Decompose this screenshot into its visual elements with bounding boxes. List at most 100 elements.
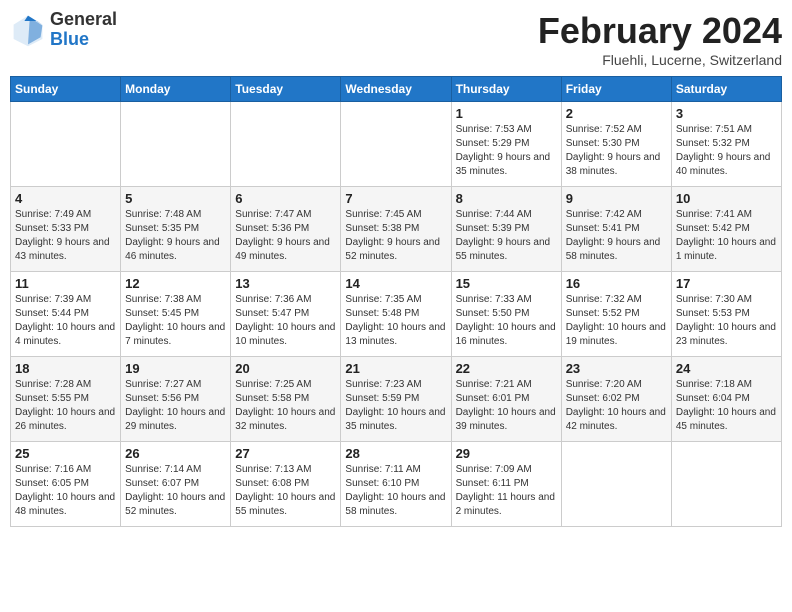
calendar-day-header: Tuesday [231, 77, 341, 102]
day-info: Sunrise: 7:13 AM Sunset: 6:08 PM Dayligh… [235, 463, 336, 519]
day-info: Sunrise: 7:28 AM Sunset: 5:55 PM Dayligh… [15, 378, 116, 434]
day-number: 16 [566, 276, 667, 291]
logo-icon [10, 12, 46, 48]
calendar-day-cell: 26 Sunrise: 7:14 AM Sunset: 6:07 PM Dayli… [121, 442, 231, 527]
calendar-day-cell [231, 102, 341, 187]
calendar-day-cell: 29 Sunrise: 7:09 AM Sunset: 6:11 PM Dayli… [451, 442, 561, 527]
day-info: Sunrise: 7:30 AM Sunset: 5:53 PM Dayligh… [676, 293, 777, 349]
location: Fluehli, Lucerne, Switzerland [538, 52, 782, 68]
day-info: Sunrise: 7:53 AM Sunset: 5:29 PM Dayligh… [456, 123, 557, 179]
day-info: Sunrise: 7:16 AM Sunset: 6:05 PM Dayligh… [15, 463, 116, 519]
calendar-day-cell: 8Sunrise: 7:44 AM Sunset: 5:39 PM Daylig… [451, 187, 561, 272]
month-title: February 2024 [538, 10, 782, 52]
day-info: Sunrise: 7:33 AM Sunset: 5:50 PM Dayligh… [456, 293, 557, 349]
calendar-week-row: 11 Sunrise: 7:39 AM Sunset: 5:44 PM Dayli… [11, 272, 782, 357]
logo-general: General [50, 10, 117, 30]
calendar-day-cell [341, 102, 451, 187]
logo-text: General Blue [50, 10, 117, 50]
day-info: Sunrise: 7:14 AM Sunset: 6:07 PM Dayligh… [125, 463, 226, 519]
calendar-day-header: Saturday [671, 77, 781, 102]
day-number: 27 [235, 446, 336, 461]
day-info: Sunrise: 7:27 AM Sunset: 5:56 PM Dayligh… [125, 378, 226, 434]
day-info: Sunrise: 7:18 AM Sunset: 6:04 PM Dayligh… [676, 378, 777, 434]
calendar-day-cell: 6 Sunrise: 7:47 AM Sunset: 5:36 PM Daylig… [231, 187, 341, 272]
calendar-day-cell: 7 Sunrise: 7:45 AM Sunset: 5:38 PM Daylig… [341, 187, 451, 272]
day-number: 13 [235, 276, 336, 291]
day-number: 15 [456, 276, 557, 291]
calendar-day-cell: 17 Sunrise: 7:30 AM Sunset: 5:53 PM Dayli… [671, 272, 781, 357]
day-number: 24 [676, 361, 777, 376]
calendar-day-cell: 25 Sunrise: 7:16 AM Sunset: 6:05 PM Dayli… [11, 442, 121, 527]
logo: General Blue [10, 10, 117, 50]
day-number: 3 [676, 106, 777, 121]
day-number: 19 [125, 361, 226, 376]
day-number: 4 [15, 191, 116, 206]
calendar-day-cell: 22Sunrise: 7:21 AM Sunset: 6:01 PM Dayli… [451, 357, 561, 442]
calendar-day-header: Monday [121, 77, 231, 102]
calendar-day-cell: 23Sunrise: 7:20 AM Sunset: 6:02 PM Dayli… [561, 357, 671, 442]
calendar-day-cell: 19 Sunrise: 7:27 AM Sunset: 5:56 PM Dayli… [121, 357, 231, 442]
calendar-day-header: Sunday [11, 77, 121, 102]
day-number: 29 [456, 446, 557, 461]
day-info: Sunrise: 7:49 AM Sunset: 5:33 PM Dayligh… [15, 208, 116, 264]
day-number: 5 [125, 191, 226, 206]
calendar-day-cell: 18 Sunrise: 7:28 AM Sunset: 5:55 PM Dayli… [11, 357, 121, 442]
day-info: Sunrise: 7:35 AM Sunset: 5:48 PM Dayligh… [345, 293, 446, 349]
day-number: 14 [345, 276, 446, 291]
calendar-day-cell: 13 Sunrise: 7:36 AM Sunset: 5:47 PM Dayli… [231, 272, 341, 357]
calendar-day-cell [561, 442, 671, 527]
day-info: Sunrise: 7:45 AM Sunset: 5:38 PM Dayligh… [345, 208, 446, 264]
calendar-day-header: Thursday [451, 77, 561, 102]
day-number: 6 [235, 191, 336, 206]
day-number: 23 [566, 361, 667, 376]
calendar-day-cell: 1 Sunrise: 7:53 AM Sunset: 5:29 PM Daylig… [451, 102, 561, 187]
day-info: Sunrise: 7:09 AM Sunset: 6:11 PM Dayligh… [456, 463, 557, 519]
calendar-week-row: 4 Sunrise: 7:49 AM Sunset: 5:33 PM Daylig… [11, 187, 782, 272]
day-info: Sunrise: 7:32 AM Sunset: 5:52 PM Dayligh… [566, 293, 667, 349]
calendar-day-cell [11, 102, 121, 187]
calendar-day-cell: 14 Sunrise: 7:35 AM Sunset: 5:48 PM Dayli… [341, 272, 451, 357]
calendar-day-cell: 12Sunrise: 7:38 AM Sunset: 5:45 PM Dayli… [121, 272, 231, 357]
day-number: 8 [456, 191, 557, 206]
day-number: 9 [566, 191, 667, 206]
day-info: Sunrise: 7:51 AM Sunset: 5:32 PM Dayligh… [676, 123, 777, 179]
day-number: 2 [566, 106, 667, 121]
calendar-day-cell: 15 Sunrise: 7:33 AM Sunset: 5:50 PM Dayli… [451, 272, 561, 357]
day-number: 10 [676, 191, 777, 206]
calendar-day-cell: 11 Sunrise: 7:39 AM Sunset: 5:44 PM Dayli… [11, 272, 121, 357]
page-header: General Blue February 2024 Fluehli, Luce… [10, 10, 782, 68]
calendar-week-row: 1 Sunrise: 7:53 AM Sunset: 5:29 PM Daylig… [11, 102, 782, 187]
day-number: 12 [125, 276, 226, 291]
day-number: 17 [676, 276, 777, 291]
calendar-day-cell: 16 Sunrise: 7:32 AM Sunset: 5:52 PM Dayli… [561, 272, 671, 357]
title-area: February 2024 Fluehli, Lucerne, Switzerl… [538, 10, 782, 68]
day-info: Sunrise: 7:11 AM Sunset: 6:10 PM Dayligh… [345, 463, 446, 519]
day-info: Sunrise: 7:52 AM Sunset: 5:30 PM Dayligh… [566, 123, 667, 179]
calendar-day-cell [671, 442, 781, 527]
day-info: Sunrise: 7:41 AM Sunset: 5:42 PM Dayligh… [676, 208, 777, 264]
calendar-day-cell: 10 Sunrise: 7:41 AM Sunset: 5:42 PM Dayli… [671, 187, 781, 272]
calendar-table: SundayMondayTuesdayWednesdayThursdayFrid… [10, 76, 782, 527]
day-number: 11 [15, 276, 116, 291]
day-info: Sunrise: 7:36 AM Sunset: 5:47 PM Dayligh… [235, 293, 336, 349]
day-number: 22 [456, 361, 557, 376]
day-number: 25 [15, 446, 116, 461]
day-number: 21 [345, 361, 446, 376]
day-number: 26 [125, 446, 226, 461]
calendar-day-cell: 27 Sunrise: 7:13 AM Sunset: 6:08 PM Dayli… [231, 442, 341, 527]
day-info: Sunrise: 7:47 AM Sunset: 5:36 PM Dayligh… [235, 208, 336, 264]
day-number: 20 [235, 361, 336, 376]
calendar-day-cell [121, 102, 231, 187]
day-info: Sunrise: 7:39 AM Sunset: 5:44 PM Dayligh… [15, 293, 116, 349]
day-info: Sunrise: 7:25 AM Sunset: 5:58 PM Dayligh… [235, 378, 336, 434]
day-number: 1 [456, 106, 557, 121]
day-number: 18 [15, 361, 116, 376]
calendar-day-header: Friday [561, 77, 671, 102]
day-number: 7 [345, 191, 446, 206]
calendar-day-cell: 21Sunrise: 7:23 AM Sunset: 5:59 PM Dayli… [341, 357, 451, 442]
calendar-week-row: 25 Sunrise: 7:16 AM Sunset: 6:05 PM Dayli… [11, 442, 782, 527]
calendar-day-cell: 5Sunrise: 7:48 AM Sunset: 5:35 PM Daylig… [121, 187, 231, 272]
day-number: 28 [345, 446, 446, 461]
calendar-day-cell: 28 Sunrise: 7:11 AM Sunset: 6:10 PM Dayli… [341, 442, 451, 527]
calendar-day-cell: 9Sunrise: 7:42 AM Sunset: 5:41 PM Daylig… [561, 187, 671, 272]
